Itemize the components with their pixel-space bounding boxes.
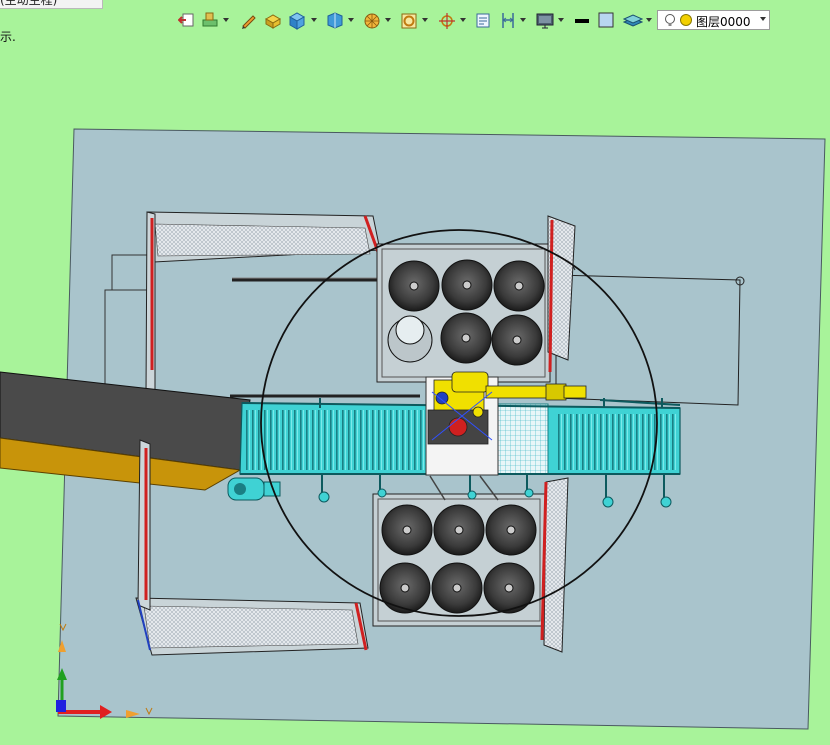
extrude-button[interactable]: [264, 10, 282, 32]
appearance-dropdown-icon[interactable]: [422, 18, 428, 22]
view-orientation-dropdown-icon[interactable]: [348, 18, 354, 22]
layer-color-dot-icon: [680, 14, 692, 26]
layer-select-dropdown-icon[interactable]: [760, 17, 766, 21]
dimension-button[interactable]: [500, 10, 516, 32]
tab-dropdown-icon[interactable]: ▾: [93, 0, 98, 3]
model-scene: [0, 128, 826, 730]
fill-color-icon: [598, 12, 614, 28]
layer-select[interactable]: 图层0000: [657, 10, 770, 30]
line-color-button[interactable]: [574, 10, 590, 32]
ring-icon: [401, 13, 417, 29]
layers-icon: [623, 14, 643, 27]
display-button[interactable]: [536, 10, 554, 32]
layers-dropdown-icon[interactable]: [646, 18, 652, 22]
monitor-icon: [536, 13, 554, 29]
dimension-icon: [502, 13, 514, 28]
render-style-dropdown-icon[interactable]: [385, 18, 391, 22]
render-style-icon: [364, 13, 380, 29]
fill-color-button[interactable]: [598, 10, 614, 32]
exit-sketch-button[interactable]: [178, 10, 194, 32]
view-cube-button[interactable]: [288, 10, 306, 32]
triad-dropdown-icon[interactable]: [460, 18, 466, 22]
exit-sketch-icon: [178, 13, 194, 27]
layer-state-icons: [665, 14, 692, 26]
line-color-icon: [575, 19, 589, 23]
insert-component-dropdown-icon[interactable]: [223, 18, 229, 22]
triad-icon: [439, 13, 455, 29]
view-toolbar: [174, 10, 654, 32]
render-style-button[interactable]: [363, 10, 381, 32]
model-viewport[interactable]: [0, 40, 830, 741]
extrude-block-icon: [264, 14, 282, 29]
display-dropdown-icon[interactable]: [558, 18, 564, 22]
view-orientation-button[interactable]: [326, 10, 344, 32]
document-tab-title: (主动生程): [0, 0, 58, 7]
document-tab[interactable]: (主动生程) ▾: [0, 0, 103, 9]
layer-select-value: 图层0000: [696, 15, 751, 29]
dimension-dropdown-icon[interactable]: [520, 18, 526, 22]
layers-button[interactable]: [623, 10, 643, 32]
sketch-button[interactable]: [240, 10, 256, 32]
light-bulb-icon: [665, 14, 675, 26]
section-view-icon: [476, 13, 490, 28]
insert-component-button[interactable]: [201, 10, 219, 32]
triad-button[interactable]: [438, 10, 456, 32]
cube-icon: [288, 12, 306, 30]
pencil-icon: [242, 15, 256, 29]
view-cube-dropdown-icon[interactable]: [311, 18, 317, 22]
section-view-button[interactable]: [475, 10, 491, 32]
view-orientation-icon: [327, 12, 343, 29]
appearance-button[interactable]: [400, 10, 418, 32]
insert-component-icon: [202, 12, 218, 27]
